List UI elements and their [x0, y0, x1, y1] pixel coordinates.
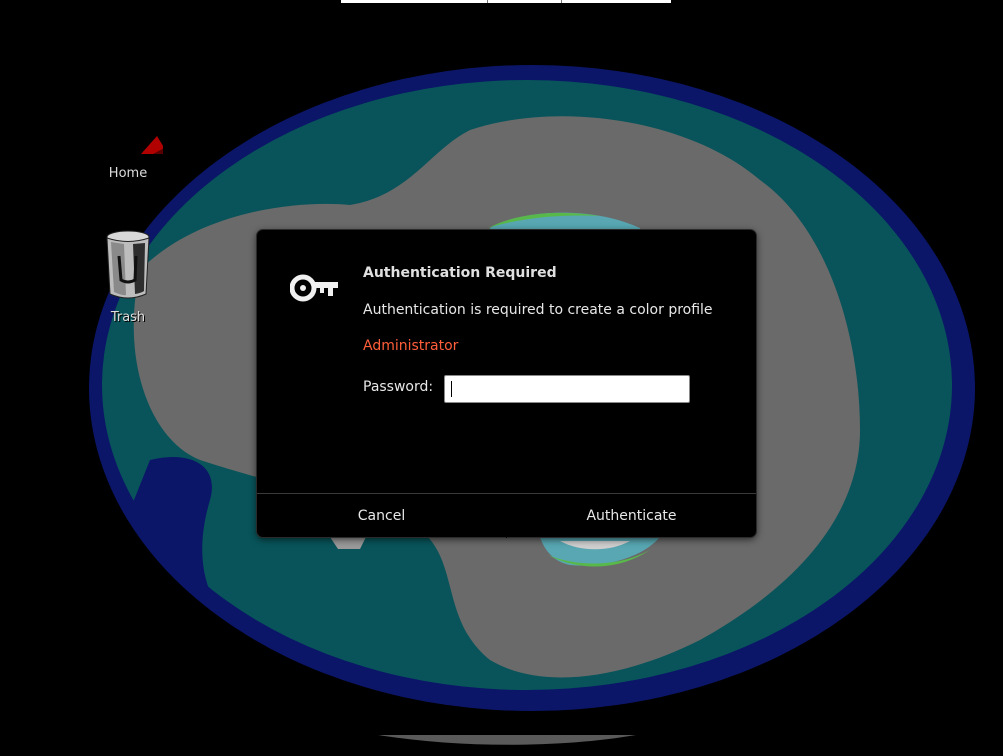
text-caret — [451, 381, 452, 397]
cancel-button[interactable]: Cancel — [257, 494, 507, 538]
dialog-button-bar: Cancel Authenticate — [257, 493, 756, 538]
desktop-icon-label: Home — [108, 166, 148, 181]
trash-icon — [106, 230, 150, 299]
dialog-message: Authentication is required to create a c… — [363, 302, 713, 318]
user-selector[interactable]: Administrator — [363, 338, 458, 354]
top-panel-strip — [341, 0, 671, 3]
desktop: Home Trash Authentication Required Authe… — [0, 0, 1003, 756]
password-label: Password: — [363, 379, 434, 395]
authentication-dialog: Authentication Required Authentication i… — [257, 230, 756, 538]
desktop-icon-label: Trash — [110, 310, 146, 325]
dialog-title: Authentication Required — [363, 265, 557, 281]
desktop-icon-home[interactable]: Home — [93, 132, 168, 181]
home-folder-icon — [141, 136, 168, 154]
password-input[interactable] — [444, 375, 690, 403]
authenticate-button[interactable]: Authenticate — [507, 494, 756, 538]
desktop-icon-trash[interactable]: Trash — [93, 228, 163, 325]
key-icon — [290, 274, 338, 302]
